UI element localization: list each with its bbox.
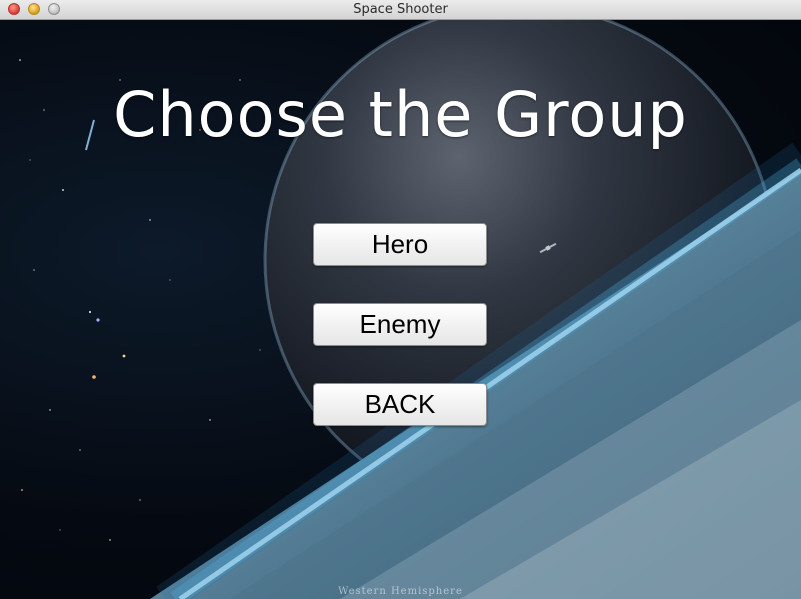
title-bar: Space Shooter	[0, 0, 801, 20]
window-title: Space Shooter	[353, 2, 448, 17]
app-window: Space Shooter Choose the Group Hero Enem…	[0, 0, 801, 599]
enemy-button[interactable]: Enemy	[313, 303, 487, 346]
hero-button[interactable]: Hero	[313, 223, 487, 266]
game-screen: Choose the Group Hero Enemy BACK Western…	[0, 20, 801, 599]
background-watermark-caption: Western Hemisphere	[338, 586, 463, 597]
page-heading: Choose the Group	[113, 78, 688, 151]
back-button[interactable]: BACK	[313, 383, 487, 426]
